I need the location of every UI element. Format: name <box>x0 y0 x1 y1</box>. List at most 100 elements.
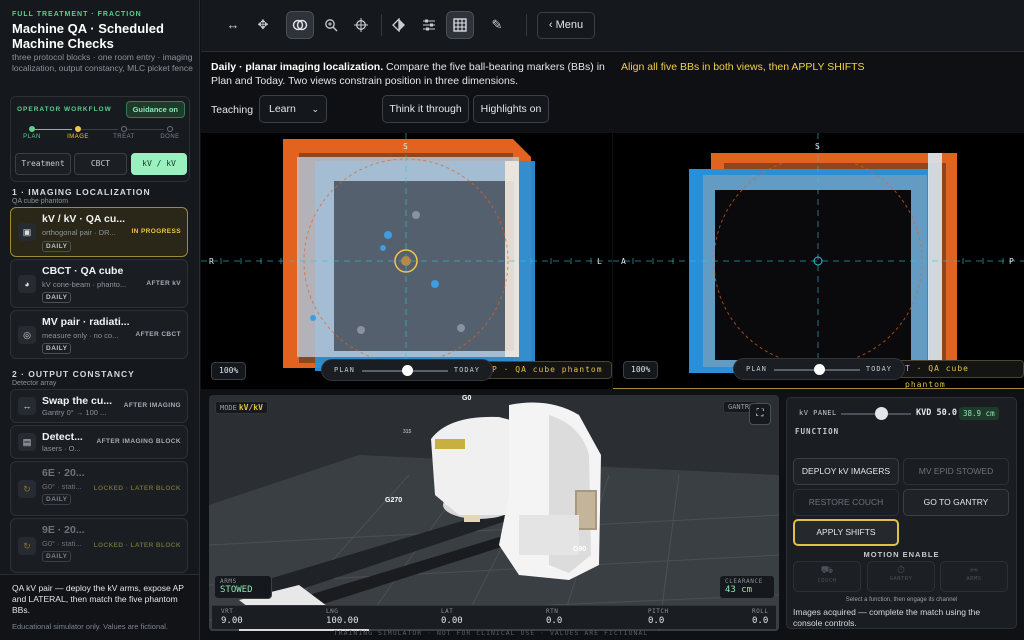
page-title: Machine QA · Scheduled Machine Checks <box>12 21 164 51</box>
restore-couch-button[interactable]: RESTORE COUCH <box>793 489 899 516</box>
session-kicker: FULL TREATMENT · FRACTION <box>12 11 142 18</box>
apply-shifts-button[interactable]: APPLY SHIFTS <box>793 519 899 546</box>
instruction-text: Daily · planar imaging localization. Com… <box>211 61 605 87</box>
menu-button[interactable]: ‹ Menu <box>537 12 595 39</box>
task-name: 9E · 20... <box>42 524 85 536</box>
flip-icon[interactable] <box>385 11 413 39</box>
view-lateral[interactable]: S A P T · QA cube phantom 100% PLAN TODA… <box>613 133 1024 389</box>
task-status: IN PROGRESS <box>131 228 181 235</box>
highlights-button[interactable]: Highlights on <box>473 95 549 123</box>
task-status: AFTER IMAGING BLOCK <box>96 438 181 445</box>
couch-icon: ⛟ <box>820 565 834 576</box>
view-ap[interactable]: S R L P · QA cube phantom 100% PLAN TODA… <box>201 133 612 389</box>
orient-right: P <box>1009 257 1014 266</box>
zoom-icon[interactable] <box>317 11 345 39</box>
task-desc: Gantry 0° → 100 ... <box>42 408 107 417</box>
label-g270: G270 <box>385 497 403 504</box>
lateral-image <box>613 133 1024 373</box>
task-card-detector[interactable]: ▤ Detect... lasers · O... AFTER IMAGING … <box>10 425 188 459</box>
orient-right: L <box>597 257 602 266</box>
task-status: AFTER kV <box>146 280 181 287</box>
motion-enable-label: MOTION ENABLE <box>863 550 940 559</box>
teaching-select[interactable]: Learn ⌄ <box>259 95 327 123</box>
treatment-room-3d[interactable]: MODE kV/kV GANTRY ⛶ G0 315 G270 G90 ARMS… <box>209 395 779 631</box>
distance-badge: 38.9 cm <box>959 407 999 420</box>
slider-knob[interactable] <box>402 365 413 376</box>
app-root: FULL TREATMENT · FRACTION Machine QA · S… <box>0 0 1024 640</box>
task-desc: lasers · O... <box>42 444 81 453</box>
disclaimer: Educational simulator only. Values are f… <box>12 622 169 631</box>
task-card-mv-pair[interactable]: ◎ MV pair · radiati... measure only · no… <box>10 310 188 359</box>
toolbar: ↔ ✥ ✎ ‹ Menu <box>201 0 1024 52</box>
console-status: Images acquired — complete the match usi… <box>793 607 981 628</box>
task-desc: kV cone-beam · phanto... <box>42 280 127 289</box>
step-plan: PLAN <box>12 123 52 140</box>
sidebar-footer: QA kV pair — deploy the kV arms, expose … <box>0 574 199 640</box>
frequency-badge: DAILY <box>42 241 72 252</box>
move-icon[interactable]: ✥ <box>249 11 277 39</box>
instruction-bar: Daily · planar imaging localization. Com… <box>201 52 1024 132</box>
plan-today-slider[interactable]: PLAN TODAY <box>321 359 493 381</box>
go-to-gantry-button[interactable]: GO TO GANTRY <box>903 489 1009 516</box>
task-card-swap[interactable]: ↔ Swap the cu... Gantry 0° → 100 ... AFT… <box>10 389 188 423</box>
task-desc: G0° · stati... <box>42 482 82 491</box>
step-treat: TREAT <box>104 123 144 140</box>
deploy-kv-button[interactable]: DEPLOY kV IMAGERS <box>793 458 899 485</box>
crosshair-icon[interactable] <box>347 11 375 39</box>
orient-left: R <box>209 257 214 266</box>
slider-knob[interactable] <box>814 364 825 375</box>
task-card-6e: ↻ 6E · 20... G0° · stati... LOCKED · LAT… <box>10 461 188 516</box>
tab-treatment[interactable]: Treatment <box>15 153 71 175</box>
frequency-badge: DAILY <box>42 292 72 303</box>
workflow-label: OPERATOR WORKFLOW <box>17 106 112 113</box>
locked-rotate-icon: ↻ <box>18 536 36 555</box>
zoom-level[interactable]: 100% <box>211 362 247 380</box>
kv-panel-knob[interactable] <box>875 407 888 420</box>
motion-couch-button[interactable]: ⛟ COUCH <box>793 561 861 592</box>
task-status: LOCKED · LATER BLOCK <box>93 485 181 492</box>
guidance-message: QA kV pair — deploy the kV arms, expose … <box>12 583 184 615</box>
frequency-badge: DAILY <box>42 494 72 505</box>
kv-panel-label: kV PANEL <box>799 409 837 417</box>
orient-top: S <box>403 142 408 151</box>
locked-rotate-icon: ↻ <box>18 479 36 498</box>
plan-today-slider[interactable]: PLAN TODAY <box>733 358 905 380</box>
motion-arms-button[interactable]: ⇿ ARMS <box>940 561 1008 592</box>
task-name: CBCT · QA cube <box>42 265 124 277</box>
task-name: Swap the cu... <box>42 395 113 407</box>
zoom-level[interactable]: 100% <box>623 361 659 379</box>
pencil-icon[interactable]: ✎ <box>483 11 511 39</box>
chevron-down-icon: ⌄ <box>311 104 319 114</box>
tab-kv-kv[interactable]: kV / kV <box>131 153 187 175</box>
section-output-sub: Detector array <box>12 380 57 387</box>
frequency-badge: DAILY <box>42 551 72 562</box>
guidance-toggle[interactable]: Guidance on <box>125 101 185 118</box>
task-desc: G0° · stati... <box>42 539 82 548</box>
arms-icon: ⇿ <box>969 565 979 576</box>
overlay-icon[interactable] <box>286 11 314 39</box>
task-card-kv-kv[interactable]: ▣ kV / kV · QA cu... orthogonal pair · D… <box>10 207 188 257</box>
control-console: kV PANEL KVD 50.0 38.9 cm FUNCTION DEPLO… <box>786 397 1017 629</box>
tab-cbct[interactable]: CBCT <box>74 153 127 175</box>
task-card-cbct[interactable]: ◕ CBCT · QA cube kV cone-beam · phanto..… <box>10 259 188 308</box>
motion-gantry-button[interactable]: ⏱ GANTRY <box>867 561 935 592</box>
clearance-state: CLEARANCE 43 cm <box>719 575 775 599</box>
label-g90: G90 <box>573 546 587 553</box>
linac-scene <box>209 402 779 631</box>
mv-epid-button[interactable]: MV EPID STOWED <box>903 458 1009 485</box>
label-g315: 315 <box>403 429 412 435</box>
orient-left: A <box>621 257 626 266</box>
frequency-badge: DAILY <box>42 343 72 354</box>
grid-icon[interactable] <box>446 11 474 39</box>
readout-lng: LNG 100.00 <box>326 608 359 626</box>
task-name: kV / kV · QA cu... <box>42 213 126 225</box>
pan-horizontal-icon[interactable]: ↔ <box>219 11 247 39</box>
sliders-icon[interactable] <box>415 11 443 39</box>
image-pair-icon: ▣ <box>18 223 36 241</box>
expand-icon[interactable]: ⛶ <box>749 403 771 425</box>
view-label-lateral: T · QA cube phantom <box>896 360 1024 388</box>
task-name: MV pair · radiati... <box>42 316 130 328</box>
task-desc: orthogonal pair · DR... <box>42 228 116 237</box>
console-hint: Select a function, then engage its chann… <box>845 597 958 603</box>
think-button[interactable]: Think it through <box>382 95 469 123</box>
